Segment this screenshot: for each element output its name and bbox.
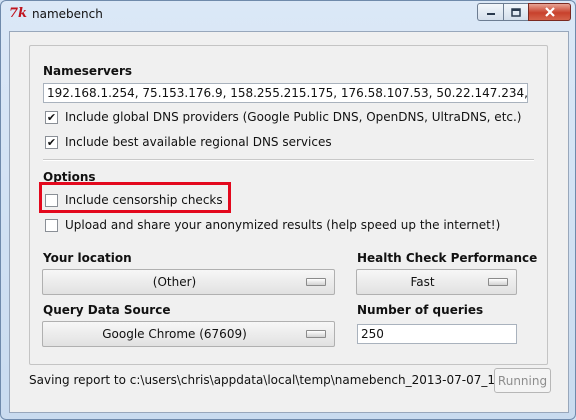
minimize-icon <box>486 13 495 15</box>
settings-group: Nameservers 192.168.1.254, 75.153.176.9,… <box>29 45 548 365</box>
maximize-icon <box>511 7 521 17</box>
include-global-dns-row[interactable]: ✔ Include global DNS providers (Google P… <box>45 110 522 124</box>
status-text: Saving report to c:\users\chris\appdata\… <box>29 373 511 387</box>
include-global-dns-checkbox[interactable]: ✔ <box>45 110 58 124</box>
nameservers-input[interactable]: 192.168.1.254, 75.153.176.9, 158.255.215… <box>43 83 528 103</box>
number-of-queries-input[interactable]: 250 <box>357 324 517 344</box>
minimize-button[interactable] <box>477 3 503 21</box>
include-regional-dns-row[interactable]: ✔ Include best available regional DNS se… <box>45 135 332 149</box>
dropdown-handle-icon <box>306 278 326 286</box>
upload-results-checkbox[interactable] <box>45 218 58 232</box>
app-window: 7k namebench Nameservers 192.168.1.254, … <box>0 0 576 420</box>
your-location-dropdown[interactable]: (Other) <box>42 269 335 295</box>
query-data-source-value: Google Chrome (67609) <box>102 327 247 341</box>
dropdown-handle-icon <box>306 330 326 338</box>
section-divider <box>43 159 534 161</box>
include-global-dns-label: Include global DNS providers (Google Pub… <box>65 110 522 124</box>
your-location-value: (Other) <box>152 275 197 289</box>
running-button[interactable]: Running <box>494 368 551 393</box>
include-regional-dns-checkbox[interactable]: ✔ <box>45 135 58 149</box>
title-bar[interactable]: 7k namebench <box>1 1 575 27</box>
dropdown-handle-icon <box>488 278 508 286</box>
client-area: Nameservers 192.168.1.254, 75.153.176.9,… <box>9 31 569 413</box>
upload-results-row[interactable]: Upload and share your anonymized results… <box>45 218 500 232</box>
upload-results-label: Upload and share your anonymized results… <box>65 218 501 232</box>
number-of-queries-label: Number of queries <box>357 303 484 317</box>
health-check-dropdown[interactable]: Fast <box>356 269 517 295</box>
health-check-label: Health Check Performance <box>357 251 538 265</box>
your-location-label: Your location <box>43 251 132 265</box>
health-check-value: Fast <box>410 275 435 289</box>
nameservers-heading: Nameservers <box>43 64 133 78</box>
highlight-box <box>39 182 231 213</box>
window-title: namebench <box>32 7 103 21</box>
query-data-source-dropdown[interactable]: Google Chrome (67609) <box>42 321 335 347</box>
include-regional-dns-label: Include best available regional DNS serv… <box>65 135 332 149</box>
query-data-source-label: Query Data Source <box>43 303 171 317</box>
close-icon <box>544 7 555 17</box>
close-button[interactable] <box>528 3 571 21</box>
tk-app-icon: 7k <box>9 6 28 21</box>
window-controls <box>477 3 571 21</box>
maximize-button[interactable] <box>503 3 528 21</box>
